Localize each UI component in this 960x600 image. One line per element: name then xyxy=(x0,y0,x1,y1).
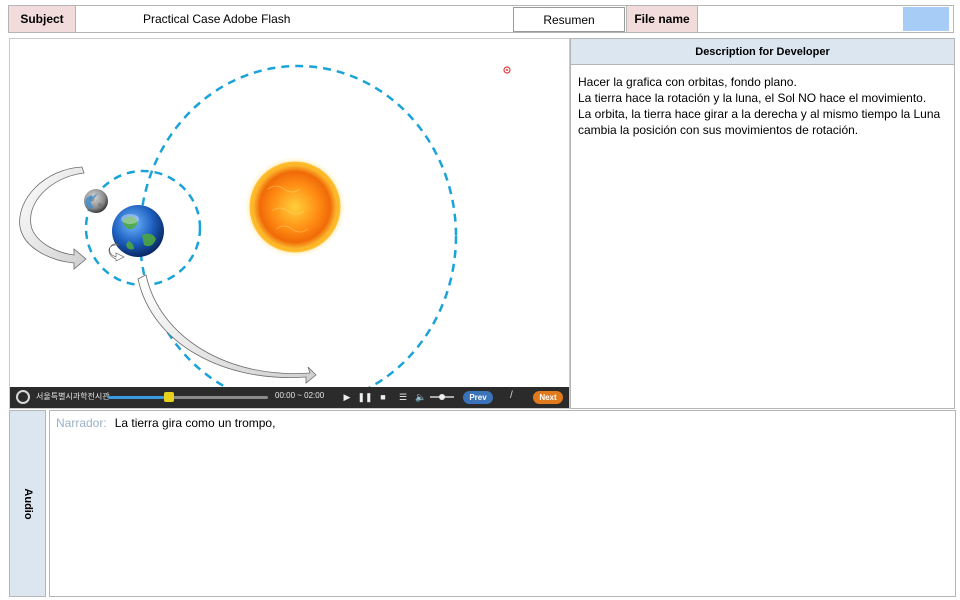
stop-icon[interactable]: ■ xyxy=(376,390,390,404)
time-readout: 00:00 ~ 02:00 xyxy=(275,391,325,400)
narrator-label: Narrador: xyxy=(56,416,107,430)
rotation-arrow-icon xyxy=(19,166,87,270)
nav-separator: / xyxy=(510,390,513,401)
subject-label: Subject xyxy=(9,6,76,32)
progress-thumb[interactable] xyxy=(163,392,174,402)
play-icon[interactable]: ▶ xyxy=(340,390,354,404)
description-line: La orbita, la tierra hace girar a la der… xyxy=(578,107,941,137)
player-brand: 서울특별시과학전시관 xyxy=(36,392,110,401)
next-button[interactable]: Next xyxy=(533,391,563,404)
animation-stage: 서울특별시과학전시관 00:00 ~ 02:00 ▶ ❚❚ ■ ☰ 🔈 Prev… xyxy=(9,38,570,409)
media-player-bar: 서울특별시과학전시관 00:00 ~ 02:00 ▶ ❚❚ ■ ☰ 🔈 Prev… xyxy=(10,387,569,408)
description-body: Hacer la grafica con orbitas, fondo plan… xyxy=(571,65,954,138)
narration-line: Narrador: La tierra gira como un trompo, xyxy=(56,416,275,430)
volume-knob[interactable] xyxy=(439,394,445,400)
file-color-swatch xyxy=(903,7,949,31)
solar-system-scene xyxy=(19,64,511,387)
progress-track[interactable] xyxy=(108,392,268,402)
description-title: Description for Developer xyxy=(571,39,954,65)
audio-label: Audio xyxy=(21,487,34,520)
progress-fill xyxy=(108,396,169,399)
audio-label-cell: Audio xyxy=(9,410,46,597)
list-icon[interactable]: ☰ xyxy=(396,390,410,404)
pause-icon[interactable]: ❚❚ xyxy=(357,390,372,404)
orbit-arrow-icon xyxy=(137,274,317,384)
header-bar: Subject Practical Case Adobe Flash Resum… xyxy=(8,5,954,33)
prev-button[interactable]: Prev xyxy=(463,391,493,404)
file-name-label: File name xyxy=(626,6,698,32)
subject-value: Practical Case Adobe Flash xyxy=(143,12,291,26)
summary-button[interactable]: Resumen xyxy=(513,7,625,32)
developer-description-panel: Description for Developer Hacer la grafi… xyxy=(570,38,955,409)
narration-text: La tierra gira como un trompo, xyxy=(114,416,276,430)
volume-icon[interactable]: 🔈 xyxy=(414,390,428,404)
description-line: La tierra hace la rotación y la luna, el… xyxy=(578,91,927,105)
audio-script-box: Narrador: La tierra gira como un trompo, xyxy=(49,410,956,597)
description-line: Hacer la grafica con orbitas, fondo plan… xyxy=(578,75,797,89)
museum-logo-icon xyxy=(16,390,30,404)
earth-icon xyxy=(112,205,164,257)
